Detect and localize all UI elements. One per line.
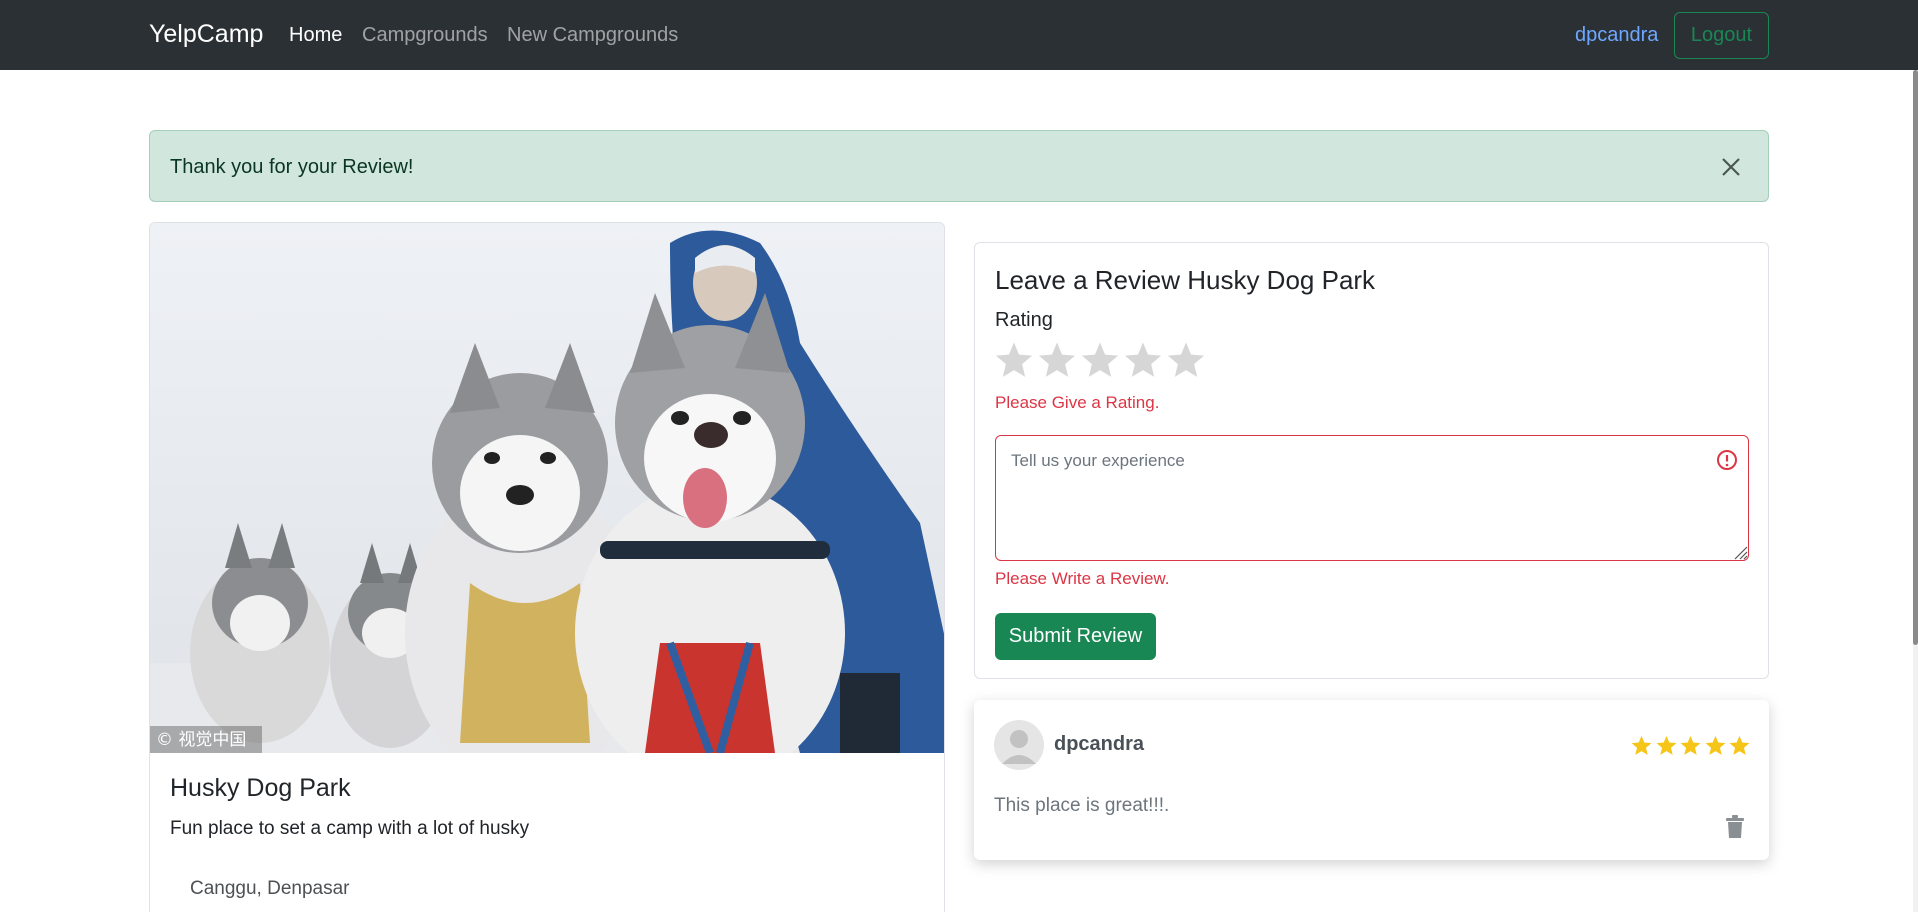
star-icon[interactable] <box>1167 341 1205 379</box>
navbar: YelpCamp Home Campgrounds New Campground… <box>0 0 1918 70</box>
nav-new-campground-link[interactable]: New Campgrounds <box>507 24 678 47</box>
review-form-card: Leave a Review Husky Dog Park Rating Ple… <box>974 242 1769 679</box>
star-icon <box>1729 735 1750 755</box>
star-icon[interactable] <box>1038 341 1076 379</box>
campground-description: Fun place to set a camp with a lot of hu… <box>170 818 530 839</box>
review-card: dpcandra This place is great!!!. <box>974 700 1769 860</box>
brand-logo[interactable]: YelpCamp <box>149 20 263 49</box>
star-icon <box>1705 735 1725 755</box>
image-watermark: © 视觉中国 <box>156 730 246 750</box>
review-error-message: Please Write a Review. <box>995 569 1170 588</box>
resize-handle-icon[interactable] <box>1732 544 1748 560</box>
star-icon <box>1680 735 1701 755</box>
review-textarea[interactable]: Tell us your experience <box>995 435 1749 561</box>
nav-username-link[interactable]: dpcandra <box>1575 24 1658 47</box>
star-icon <box>1656 735 1676 755</box>
star-icon <box>1631 735 1652 755</box>
textarea-placeholder: Tell us your experience <box>1011 451 1185 470</box>
close-icon[interactable] <box>1717 153 1745 181</box>
campground-location: Canggu, Denpasar <box>190 878 350 899</box>
scrollbar-thumb[interactable] <box>1913 70 1918 645</box>
submit-review-button[interactable]: Submit Review <box>995 613 1156 660</box>
campground-image: © 视觉中国 <box>150 223 944 753</box>
trash-icon[interactable] <box>1724 815 1746 839</box>
rating-error-message: Please Give a Rating. <box>995 393 1160 412</box>
star-icon[interactable] <box>1124 341 1162 379</box>
alert-message: Thank you for your Review! <box>170 156 414 178</box>
review-form-heading: Leave a Review Husky Dog Park <box>995 265 1376 295</box>
review-body: This place is great!!!. <box>994 795 1170 816</box>
campground-title: Husky Dog Park <box>170 774 351 802</box>
reviewer-name: dpcandra <box>1054 733 1145 755</box>
rating-label: Rating <box>995 309 1053 331</box>
avatar <box>994 720 1044 770</box>
star-icon[interactable] <box>1081 341 1119 379</box>
logout-button[interactable]: Logout <box>1674 12 1769 59</box>
campground-card: © 视觉中国 Husky Dog Park Fun place to set a… <box>149 222 945 912</box>
nav-campgrounds-link[interactable]: Campgrounds <box>362 24 488 47</box>
error-icon <box>1716 449 1738 471</box>
nav-home-link[interactable]: Home <box>289 24 342 47</box>
star-icon[interactable] <box>995 341 1033 379</box>
success-alert: Thank you for your Review! <box>149 130 1769 202</box>
